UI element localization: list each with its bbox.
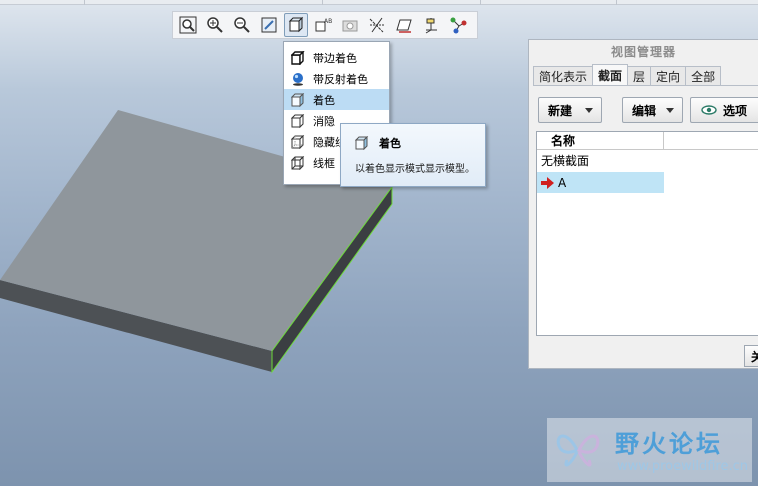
camera-icon: [342, 20, 358, 32]
edit-button[interactable]: 编辑: [622, 97, 683, 123]
saved-views-icon: AB: [315, 18, 332, 32]
menu-item-label: 消隐: [313, 114, 335, 128]
datum-axes-icon: [369, 17, 384, 33]
csys-icon: [425, 18, 437, 34]
list-header: 名称: [537, 132, 758, 150]
close-button[interactable]: 关: [744, 345, 758, 367]
chevron-down-icon: [666, 107, 675, 113]
sections-list[interactable]: 名称 无横截面 A: [536, 131, 758, 336]
menu-item-shaded-with-edges[interactable]: 带边着色: [284, 47, 389, 68]
zoom-fit-button[interactable]: [176, 13, 200, 37]
dialog-title: 视图管理器: [610, 44, 676, 59]
menu-item-label: 带边着色: [313, 51, 357, 65]
menu-item-reflection-shading[interactable]: 带反射着色: [284, 68, 389, 89]
svg-text:AB: AB: [324, 18, 332, 25]
shaded-with-edges-icon: [291, 50, 305, 65]
zoom-fit-icon: [179, 16, 197, 34]
eye-icon: [701, 105, 717, 115]
zoom-in-icon: [207, 17, 223, 33]
wireframe-icon: [291, 155, 305, 170]
zoom-out-button[interactable]: [230, 13, 254, 37]
shading-icon: [355, 136, 369, 150]
tooltip-description: 以着色显示模式显示模型。: [355, 164, 475, 175]
csys-button[interactable]: [419, 13, 443, 37]
datum-planes-icon: [396, 19, 412, 33]
tab-sections[interactable]: 截面: [592, 64, 629, 85]
menu-item-label: 线框: [313, 156, 335, 170]
new-label: 新建: [548, 103, 573, 118]
display-style-button[interactable]: [284, 13, 308, 37]
view-toolbar: AB: [172, 11, 478, 39]
shading-icon: [291, 92, 305, 107]
active-arrow-icon: [541, 176, 554, 189]
spin-center-icon: [450, 17, 467, 34]
list-item[interactable]: 无横截面: [537, 150, 758, 171]
options-button[interactable]: 选项: [690, 97, 758, 123]
tab-bar: 简化表示 截面 层 定向 全部: [533, 64, 722, 85]
tooltip-title: 着色: [379, 137, 401, 150]
tab-orient[interactable]: 定向: [650, 66, 687, 85]
zoom-out-icon: [234, 17, 250, 33]
menu-item-label: 着色: [313, 93, 335, 107]
camera-button[interactable]: [338, 13, 362, 37]
saved-views-button[interactable]: AB: [311, 13, 335, 37]
menu-item-label: 带反射着色: [313, 72, 368, 86]
no-hidden-icon: [291, 113, 305, 128]
datum-axes-button[interactable]: [365, 13, 389, 37]
hidden-line-icon: [291, 134, 305, 149]
shaded-cube-icon: [288, 16, 304, 33]
close-label: 关: [751, 348, 758, 365]
forum-watermark: 野火论坛 www.proewildfire.cn: [547, 418, 752, 482]
refit-icon: [261, 17, 277, 33]
chevron-down-icon: [585, 107, 594, 113]
watermark-title: 野火论坛: [615, 430, 723, 458]
list-item-label: 无横截面: [541, 154, 590, 168]
edit-label: 编辑: [632, 103, 657, 118]
watermark-url: www.proewildfire.cn: [617, 459, 748, 474]
menu-item-shading[interactable]: 着色: [284, 89, 389, 110]
reflection-shading-icon: [293, 72, 303, 86]
new-button[interactable]: 新建: [538, 97, 602, 123]
options-label: 选项: [723, 103, 748, 118]
sections-panel: 新建 编辑 选项 名称 无横截面 A 关: [533, 85, 758, 370]
tab-layers[interactable]: 层: [627, 66, 652, 85]
spin-center-button[interactable]: [446, 13, 470, 37]
tab-simplified-rep[interactable]: 简化表示: [533, 66, 594, 85]
butterfly-logo-icon: [556, 434, 600, 467]
view-manager-dialog: 视图管理器 简化表示 截面 层 定向 全部 新建 编辑 选项 名称 无横截面 A: [528, 39, 758, 369]
refit-button[interactable]: [257, 13, 281, 37]
column-name-header[interactable]: 名称: [537, 132, 664, 149]
list-item-label: A: [558, 175, 567, 190]
datum-planes-button[interactable]: [392, 13, 416, 37]
tab-all[interactable]: 全部: [685, 66, 722, 85]
list-item-selected[interactable]: A: [537, 172, 664, 193]
zoom-in-button[interactable]: [203, 13, 227, 37]
shading-tooltip: 着色 以着色显示模式显示模型。: [340, 123, 486, 187]
